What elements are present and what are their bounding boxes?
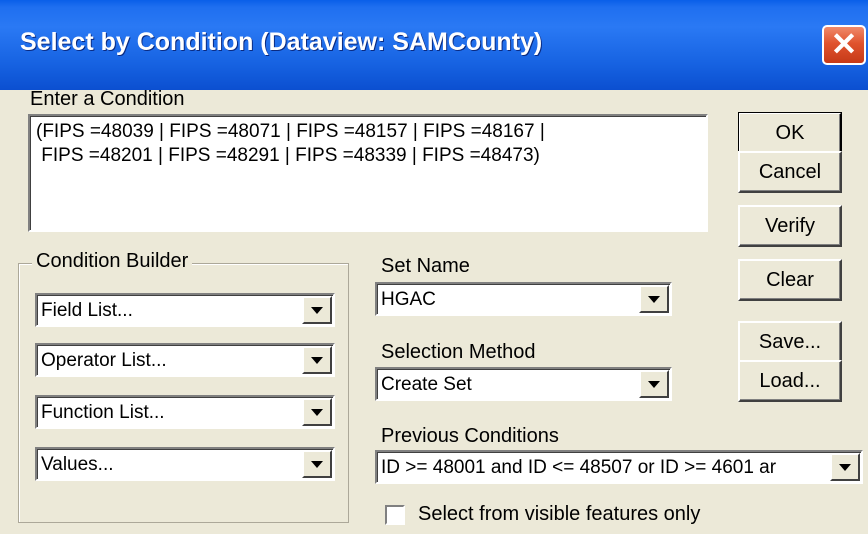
selection-method-label: Selection Method [381,341,536,363]
set-name-label: Set Name [381,255,470,277]
condition-line-1: (FIPS =48039 | FIPS =48071 | FIPS =48157… [36,121,545,142]
set-name-value: HGAC [381,289,436,310]
close-button[interactable]: ✕ [822,25,866,65]
condition-label: Enter a Condition [30,88,185,110]
previous-conditions-value: ID >= 48001 and ID <= 48507 or ID >= 460… [381,457,777,478]
cancel-button[interactable]: Cancel [738,151,842,193]
clear-button[interactable]: Clear [738,259,842,301]
values-select[interactable]: Values... [35,447,335,481]
condition-line-2: FIPS =48201 | FIPS =48291 | FIPS =48339 … [36,145,540,166]
operator-list-select[interactable]: Operator List... [35,343,335,377]
condition-builder-label: Condition Builder [32,250,193,273]
verify-button[interactable]: Verify [738,205,842,247]
function-list-value: Function List... [41,402,165,423]
chevron-down-icon[interactable] [302,450,332,478]
window-title: Select by Condition (Dataview: SAMCounty… [20,28,543,56]
selection-method-value: Create Set [381,374,472,395]
field-list-select[interactable]: Field List... [35,293,335,327]
values-value: Values... [41,454,114,475]
field-list-value: Field List... [41,300,133,321]
chevron-down-icon[interactable] [639,370,669,398]
save-button[interactable]: Save... [738,321,842,363]
load-button[interactable]: Load... [738,360,842,402]
ok-button[interactable]: OK [738,112,842,154]
condition-textarea[interactable]: (FIPS =48039 | FIPS =48071 | FIPS =48157… [28,114,708,232]
chevron-down-icon[interactable] [830,453,860,481]
previous-conditions-select[interactable]: ID >= 48001 and ID <= 48507 or ID >= 460… [375,450,863,484]
chevron-down-icon[interactable] [302,398,332,426]
chevron-down-icon[interactable] [302,296,332,324]
operator-list-value: Operator List... [41,350,167,371]
previous-conditions-label: Previous Conditions [381,425,559,447]
close-icon: ✕ [830,26,858,62]
chevron-down-icon[interactable] [639,285,669,313]
visible-only-label: Select from visible features only [418,503,701,525]
visible-only-checkbox[interactable] [385,505,405,525]
selection-method-select[interactable]: Create Set [375,367,672,401]
title-bar[interactable]: Select by Condition (Dataview: SAMCounty… [0,0,868,90]
set-name-select[interactable]: HGAC [375,282,672,316]
chevron-down-icon[interactable] [302,346,332,374]
function-list-select[interactable]: Function List... [35,395,335,429]
